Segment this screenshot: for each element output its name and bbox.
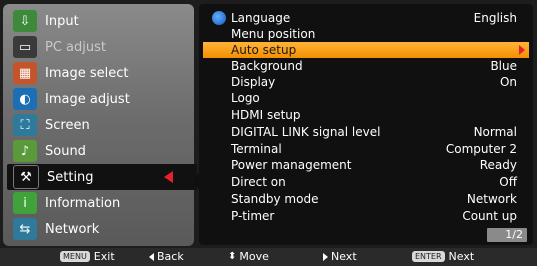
setting-value: English (473, 11, 517, 25)
setting-value: Network (466, 192, 517, 206)
menu-item-information[interactable]: i Information (7, 190, 191, 216)
setting-row-auto-setup[interactable]: Auto setup (203, 42, 529, 58)
menu-item-image-select[interactable]: ▦ Image select (7, 60, 191, 86)
page-indicator: 1/2 (487, 228, 527, 242)
information-icon: i (13, 192, 37, 214)
menu-item-sound[interactable]: ♪ Sound (7, 138, 191, 164)
setting-name: Menu position (231, 27, 316, 41)
setting-icon: ⚒ (13, 165, 39, 189)
menu-item-label: Screen (45, 117, 90, 133)
projector-osd: ⇩ Input ▭ PC adjust ▦ Image select ◐ Ima… (0, 0, 537, 266)
menu-item-label: Setting (47, 169, 94, 185)
setting-value: Count up (462, 209, 517, 223)
menu-item-label: Information (45, 195, 121, 211)
setting-name: Terminal (231, 142, 282, 156)
setting-row-digital-link-signal-level[interactable]: DIGITAL LINK signal level Normal (203, 124, 529, 140)
setting-name: Display (231, 75, 276, 89)
enter-hint: ENTER Next (412, 250, 474, 263)
main-menu: ⇩ Input ▭ PC adjust ▦ Image select ◐ Ima… (3, 4, 197, 246)
setting-name: Background (231, 59, 303, 73)
setting-row-standby-mode[interactable]: Standby mode Network (203, 191, 529, 207)
selection-arrow-icon (164, 171, 173, 183)
setting-row-direct-on[interactable]: Direct on Off (203, 174, 529, 190)
up-down-arrow-icon: ⬍ (228, 251, 237, 262)
setting-name: Logo (231, 91, 260, 105)
menu-key-icon: MENU (60, 251, 90, 262)
globe-icon (212, 11, 226, 25)
setting-row-language[interactable]: Language English (203, 10, 529, 26)
left-arrow-icon (149, 252, 154, 261)
setting-row-menu-position[interactable]: Menu position (203, 26, 529, 42)
setting-name: Language (231, 11, 291, 25)
setting-value: On (499, 75, 517, 89)
setting-row-display[interactable]: Display On (203, 74, 529, 90)
submenu-arrow-icon (519, 45, 525, 55)
menu-item-network[interactable]: ⇆ Network (7, 216, 191, 242)
setting-value: Ready (479, 158, 517, 172)
next-hint-label: Next (331, 250, 357, 263)
exit-hint: MENU Exit (60, 250, 115, 263)
setting-name: Power management (231, 158, 352, 172)
setting-value: Computer 2 (445, 142, 517, 156)
setting-row-logo[interactable]: Logo (203, 90, 529, 106)
image-adjust-icon: ◐ (13, 88, 37, 110)
move-hint: ⬍ Move (228, 250, 269, 263)
menu-item-label: Image select (45, 65, 129, 81)
network-icon: ⇆ (13, 218, 37, 240)
menu-item-pc-adjust[interactable]: ▭ PC adjust (7, 34, 191, 60)
menu-item-setting[interactable]: ⚒ Setting (7, 164, 197, 190)
setting-name: Direct on (231, 175, 286, 189)
input-icon: ⇩ (13, 10, 37, 32)
setting-value: Blue (490, 59, 517, 73)
setting-row-power-management[interactable]: Power management Ready (203, 157, 529, 173)
screen-icon: ⛶ (13, 114, 37, 136)
enter-key-icon: ENTER (412, 251, 445, 262)
right-arrow-icon (323, 252, 328, 261)
setting-row-background[interactable]: Background Blue (203, 58, 529, 74)
setting-name: Auto setup (231, 43, 297, 57)
back-hint: Back (149, 250, 184, 263)
enter-hint-label: Next (448, 250, 475, 263)
menu-item-screen[interactable]: ⛶ Screen (7, 112, 191, 138)
menu-item-label: Image adjust (45, 91, 130, 107)
back-hint-label: Back (157, 250, 184, 263)
sound-icon: ♪ (13, 140, 37, 162)
exit-hint-label: Exit (93, 250, 115, 263)
setting-value: Off (499, 175, 517, 189)
setting-row-p-timer[interactable]: P-timer Count up (203, 208, 529, 224)
pc-adjust-icon: ▭ (13, 36, 37, 58)
setting-name: P-timer (231, 209, 275, 223)
setting-value: Normal (473, 125, 517, 139)
menu-item-label: Network (45, 221, 100, 237)
menu-item-label: Sound (45, 143, 86, 159)
menu-item-label: PC adjust (45, 39, 106, 55)
image-select-icon: ▦ (13, 62, 37, 84)
setting-name: HDMI setup (231, 108, 301, 122)
setting-name: DIGITAL LINK signal level (231, 125, 381, 139)
setting-row-hdmi-setup[interactable]: HDMI setup (203, 107, 529, 123)
setting-name: Standby mode (231, 192, 319, 206)
setting-panel: Language English Menu position Auto setu… (199, 4, 533, 245)
move-hint-label: Move (239, 250, 269, 263)
menu-item-input[interactable]: ⇩ Input (7, 8, 191, 34)
key-guide-bar: MENU Exit Back ⬍ Move Next ENTER Next (0, 248, 537, 266)
next-hint: Next (323, 250, 357, 263)
menu-item-label: Input (45, 13, 79, 29)
menu-item-image-adjust[interactable]: ◐ Image adjust (7, 86, 191, 112)
setting-row-terminal[interactable]: Terminal Computer 2 (203, 141, 529, 157)
